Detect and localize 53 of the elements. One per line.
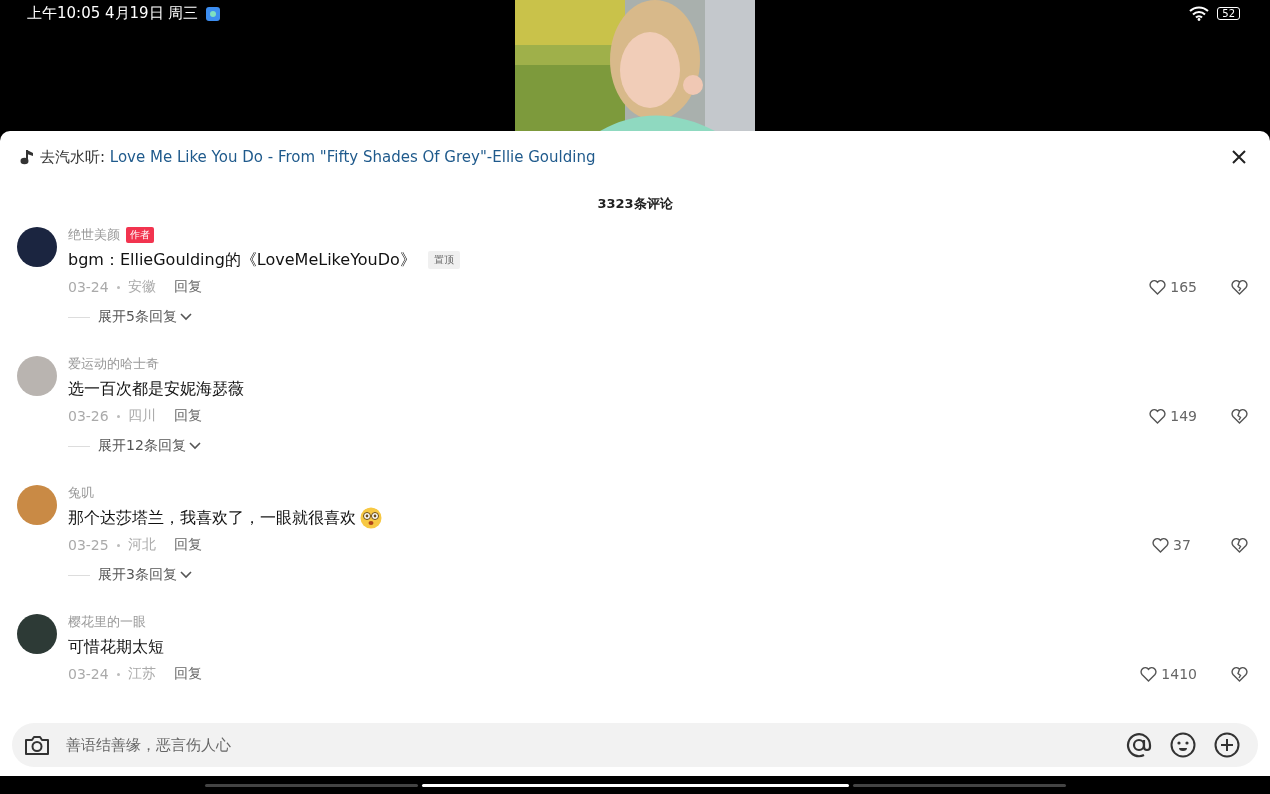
- comment-input-field[interactable]: 善语结善缘，恶言伤人心: [64, 735, 1108, 755]
- heart-icon[interactable]: [1149, 408, 1167, 424]
- expand-replies-button[interactable]: 展开5条回复: [98, 308, 192, 326]
- like-count: 1410: [1161, 666, 1197, 682]
- home-indicator[interactable]: [421, 783, 849, 787]
- camera-icon[interactable]: [24, 734, 50, 756]
- comment-date: 03-26: [68, 408, 109, 424]
- comment-date: 03-24: [68, 666, 109, 682]
- comment-location: 四川: [127, 407, 156, 425]
- reply-button[interactable]: 回复: [173, 407, 202, 425]
- comment-count: 3323条评论: [596, 195, 674, 213]
- like-count: 165: [1170, 279, 1197, 295]
- battery-indicator: 52: [1217, 7, 1240, 20]
- chevron-down-icon: [179, 571, 192, 579]
- app-icon: [206, 6, 221, 21]
- broken-heart-icon[interactable]: [1231, 537, 1248, 553]
- pinned-tag: 置顶: [427, 251, 460, 269]
- broken-heart-icon[interactable]: [1231, 279, 1248, 295]
- close-icon[interactable]: [1232, 150, 1246, 164]
- like-count: 37: [1173, 537, 1192, 553]
- reply-button[interactable]: 回复: [173, 278, 202, 296]
- mention-icon[interactable]: [1126, 732, 1152, 758]
- comment-input-bar[interactable]: 善语结善缘，恶言伤人心: [12, 723, 1258, 767]
- heart-icon[interactable]: [1140, 666, 1158, 682]
- comment-text: 选一百次都是安妮海瑟薇: [68, 378, 244, 400]
- comment-location: 河北: [127, 536, 156, 554]
- avatar[interactable]: [17, 614, 57, 654]
- broken-heart-icon[interactable]: [1231, 666, 1248, 682]
- music-link[interactable]: 去汽水听: Love Me Like You Do - From "Fifty Shades Of Grey"-Ellie Goulding: [40, 147, 596, 167]
- emoji-icon[interactable]: [1170, 732, 1196, 758]
- expand-replies-button[interactable]: 展开12条回复: [98, 437, 201, 455]
- comment-location: 安徽: [127, 278, 156, 296]
- expand-replies-button[interactable]: 展开3条回复: [98, 566, 192, 584]
- broken-heart-icon[interactable]: [1231, 408, 1248, 424]
- heart-icon[interactable]: [1152, 537, 1169, 553]
- comment-date: 03-24: [68, 279, 109, 295]
- comment-text: bgm：EllieGoulding的《LoveMeLikeYouDo》: [68, 249, 416, 271]
- comment-text: 可惜花期太短: [68, 636, 164, 658]
- comment-text: 那个达莎塔兰，我喜欢了，一眼就很喜欢: [68, 507, 356, 529]
- avatar[interactable]: [17, 227, 57, 267]
- chevron-down-icon: [179, 313, 192, 321]
- comment-location: 江苏: [127, 665, 156, 683]
- author-badge: 作者: [126, 227, 154, 243]
- chevron-down-icon: [188, 442, 201, 450]
- heart-icon[interactable]: [1149, 279, 1167, 295]
- add-icon[interactable]: [1214, 732, 1240, 758]
- reply-button[interactable]: 回复: [173, 536, 202, 554]
- comment-date: 03-25: [68, 537, 109, 553]
- reply-button[interactable]: 回复: [173, 665, 202, 683]
- music-note-icon: [20, 149, 34, 165]
- status-time: 上午10:05 4月19日 周三: [27, 4, 199, 23]
- like-count: 149: [1170, 408, 1197, 424]
- wifi-icon: [1189, 6, 1210, 21]
